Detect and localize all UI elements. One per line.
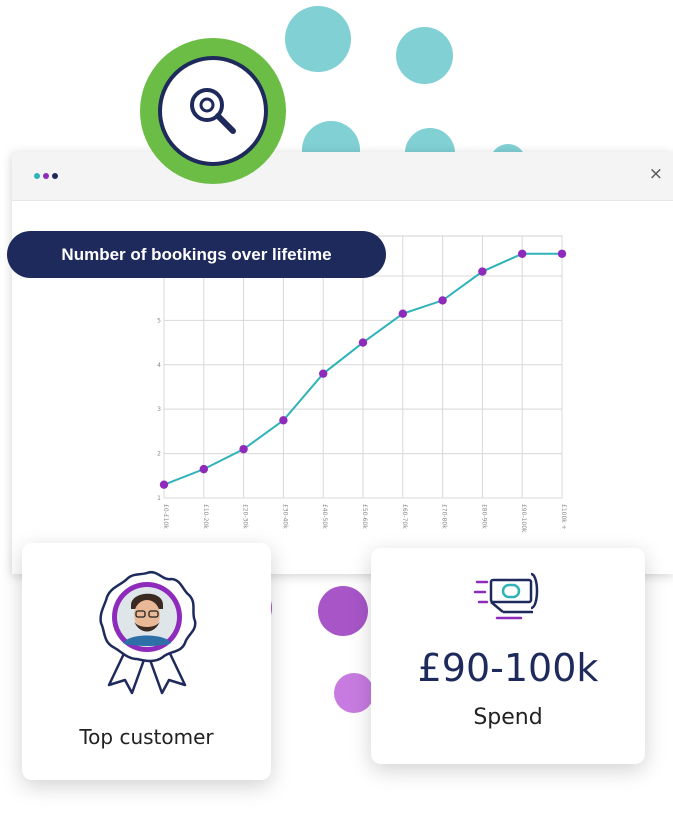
data-point xyxy=(438,296,447,305)
data-point xyxy=(159,480,169,489)
x-tick-label: £60-70k xyxy=(401,504,408,529)
data-point xyxy=(398,309,407,318)
x-tick-label: £0-£10k xyxy=(162,504,169,529)
y-tick-label: 3 xyxy=(157,406,161,413)
search-badge xyxy=(140,38,286,184)
decor-circle xyxy=(396,27,453,84)
decor-circle xyxy=(318,586,368,636)
x-tick-label: £80-90k xyxy=(480,504,487,529)
money-icon xyxy=(473,572,539,620)
data-point xyxy=(239,444,248,454)
data-point xyxy=(199,464,208,474)
top-customer-card: Top customer xyxy=(22,543,271,780)
y-tick-label: 1 xyxy=(157,495,161,502)
x-tick-label: £90-100k xyxy=(520,504,527,533)
top-customer-label: Top customer xyxy=(79,725,214,749)
data-point xyxy=(279,416,288,425)
data-point xyxy=(518,249,527,258)
spend-amount: £90-100k xyxy=(417,646,599,690)
chart-title-badge: Number of bookings over lifetime xyxy=(7,231,386,278)
x-tick-label: £20-30k xyxy=(242,504,249,529)
data-point xyxy=(319,369,328,378)
x-tick-label: £30-40k xyxy=(281,504,288,529)
x-tick-label: £50-60k xyxy=(361,504,368,529)
y-tick-label: 2 xyxy=(157,451,161,458)
window-dots xyxy=(34,173,58,179)
y-tick-label: 4 xyxy=(157,362,161,369)
data-point xyxy=(478,267,487,276)
data-point xyxy=(557,249,567,258)
spend-card: £90-100k Spend xyxy=(371,548,645,764)
y-tick-label: 5 xyxy=(157,317,161,324)
x-tick-label: £100k + xyxy=(560,504,567,530)
window-dot xyxy=(52,173,58,179)
rosette-icon xyxy=(99,570,197,695)
window-dot xyxy=(34,173,40,179)
x-tick-label: £70-80k xyxy=(441,504,448,529)
x-tick-label: £10-20k xyxy=(202,504,209,529)
spend-label: Spend xyxy=(473,705,543,730)
window-titlebar: × xyxy=(12,152,673,201)
decor-circle xyxy=(334,673,374,713)
window-dot xyxy=(43,173,49,179)
close-button[interactable]: × xyxy=(649,164,663,184)
search-icon xyxy=(190,88,236,134)
decor-circle xyxy=(285,6,351,72)
data-point xyxy=(358,338,368,347)
x-tick-label: £40-50k xyxy=(321,504,328,529)
bookings-line-chart: 123456£0-£10k£10-20k£20-30k£30-40k£40-50… xyxy=(157,235,567,533)
